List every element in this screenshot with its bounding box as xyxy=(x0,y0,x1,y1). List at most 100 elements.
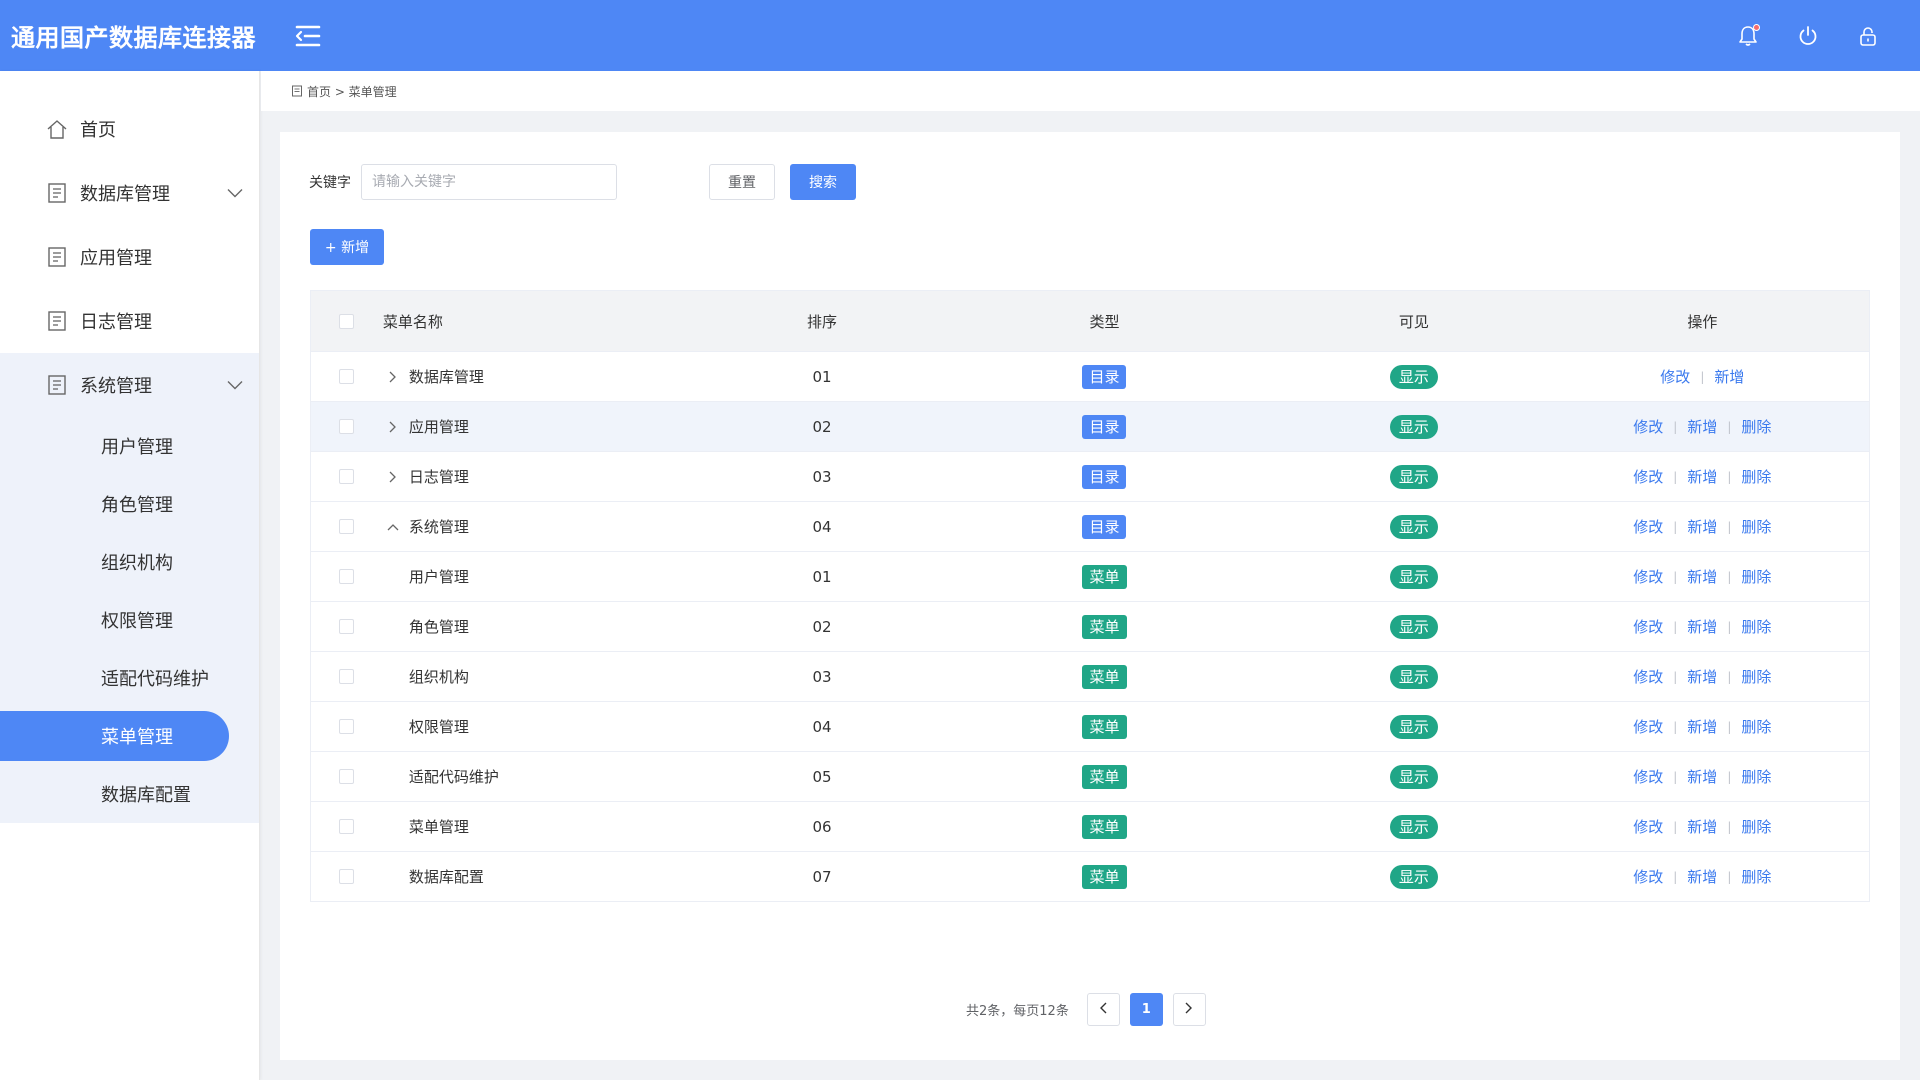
visible-badge: 显示 xyxy=(1389,714,1438,739)
row-checkbox[interactable] xyxy=(339,469,355,484)
search-button[interactable]: 搜索 xyxy=(790,164,856,200)
sidebar-item-label: 系统管理 xyxy=(80,376,152,397)
sort-value: 01 xyxy=(812,567,832,586)
next-page-button[interactable] xyxy=(1172,993,1206,1026)
row-checkbox[interactable] xyxy=(339,719,355,734)
lock-icon[interactable] xyxy=(1856,24,1880,48)
top-header: 通用国产数据库连接器 xyxy=(0,0,1920,71)
visible-badge: 显示 xyxy=(1389,414,1438,439)
delete-link[interactable]: 删除 xyxy=(1741,566,1771,587)
menu-name: 组织机构 xyxy=(408,668,469,686)
add-child-link[interactable]: 新增 xyxy=(1687,616,1717,637)
delete-link[interactable]: 删除 xyxy=(1741,766,1771,787)
row-checkbox[interactable] xyxy=(339,369,355,384)
row-checkbox[interactable] xyxy=(339,419,355,434)
sidebar-subitem-menu-management[interactable]: 菜单管理 xyxy=(0,711,229,761)
visible-badge: 显示 xyxy=(1389,864,1438,889)
chevron-right-icon[interactable] xyxy=(383,421,403,433)
header-type: 类型 xyxy=(1089,312,1120,331)
row-checkbox[interactable] xyxy=(339,869,355,884)
sidebar-item-label: 应用管理 xyxy=(80,248,152,269)
add-child-link[interactable]: 新增 xyxy=(1687,666,1717,687)
edit-link[interactable]: 修改 xyxy=(1633,466,1663,487)
sidebar-item-system[interactable]: 系统管理 xyxy=(0,353,259,417)
edit-link[interactable]: 修改 xyxy=(1633,616,1663,637)
sidebar-subitem-adapter-code[interactable]: 适配代码维护 xyxy=(0,649,259,707)
delete-link[interactable]: 删除 xyxy=(1741,466,1771,487)
edit-link[interactable]: 修改 xyxy=(1633,516,1663,537)
edit-link[interactable]: 修改 xyxy=(1633,666,1663,687)
breadcrumb: 首页 > 菜单管理 xyxy=(261,71,1920,111)
sidebar-item-database[interactable]: 数据库管理 xyxy=(0,161,259,225)
reset-button[interactable]: 重置 xyxy=(709,164,775,200)
menu-collapse-icon[interactable] xyxy=(288,16,328,56)
sidebar-subitem-db-config[interactable]: 数据库配置 xyxy=(0,765,259,823)
delete-link[interactable]: 删除 xyxy=(1741,666,1771,687)
breadcrumb-text[interactable]: 首页 > 菜单管理 xyxy=(307,83,397,100)
document-icon xyxy=(46,374,68,396)
divider: | xyxy=(1727,519,1732,534)
add-child-link[interactable]: 新增 xyxy=(1687,716,1717,737)
delete-link[interactable]: 删除 xyxy=(1741,866,1771,887)
divider: | xyxy=(1673,669,1678,684)
delete-link[interactable]: 删除 xyxy=(1741,816,1771,837)
sidebar-item-apps[interactable]: 应用管理 xyxy=(0,225,259,289)
row-checkbox[interactable] xyxy=(339,519,355,534)
type-tag: 目录 xyxy=(1082,514,1127,539)
edit-link[interactable]: 修改 xyxy=(1633,766,1663,787)
divider: | xyxy=(1673,419,1678,434)
delete-link[interactable]: 删除 xyxy=(1741,416,1771,437)
edit-link[interactable]: 修改 xyxy=(1633,566,1663,587)
add-child-link[interactable]: 新增 xyxy=(1687,866,1717,887)
row-checkbox[interactable] xyxy=(339,819,355,834)
divider: | xyxy=(1727,669,1732,684)
add-child-link[interactable]: 新增 xyxy=(1687,416,1717,437)
sort-value: 07 xyxy=(812,867,832,886)
chevron-right-icon[interactable] xyxy=(383,471,403,483)
sidebar-subitem-permissions[interactable]: 权限管理 xyxy=(0,591,259,649)
add-child-link[interactable]: 新增 xyxy=(1687,816,1717,837)
row-checkbox[interactable] xyxy=(339,619,355,634)
type-tag: 菜单 xyxy=(1082,614,1127,639)
add-child-link[interactable]: 新增 xyxy=(1687,766,1717,787)
delete-link[interactable]: 删除 xyxy=(1741,716,1771,737)
sidebar-item-home[interactable]: 首页 xyxy=(0,97,259,161)
edit-link[interactable]: 修改 xyxy=(1633,866,1663,887)
divider: | xyxy=(1673,869,1678,884)
divider: | xyxy=(1673,469,1678,484)
add-child-link[interactable]: 新增 xyxy=(1687,566,1717,587)
sidebar: 首页 数据库管理 应用管理 日志管理 系统管理 用户管理 角色管理 组织机构 权… xyxy=(0,71,260,1080)
sidebar-subitem-roles[interactable]: 角色管理 xyxy=(0,475,259,533)
edit-link[interactable]: 修改 xyxy=(1633,816,1663,837)
row-checkbox[interactable] xyxy=(339,669,355,684)
menu-name: 系统管理 xyxy=(408,518,469,536)
power-icon[interactable] xyxy=(1796,24,1820,48)
add-button[interactable]: + 新增 xyxy=(310,229,384,265)
add-child-link[interactable]: 新增 xyxy=(1687,466,1717,487)
delete-link[interactable]: 删除 xyxy=(1741,516,1771,537)
delete-link[interactable]: 删除 xyxy=(1741,616,1771,637)
add-child-link[interactable]: 新增 xyxy=(1687,516,1717,537)
sidebar-subitem-org[interactable]: 组织机构 xyxy=(0,533,259,591)
chevron-right-icon xyxy=(1185,1002,1193,1018)
sort-value: 04 xyxy=(812,717,832,736)
sort-value: 02 xyxy=(812,617,832,636)
edit-link[interactable]: 修改 xyxy=(1660,366,1690,387)
notification-dot xyxy=(1753,23,1760,31)
row-checkbox[interactable] xyxy=(339,769,355,784)
bell-icon[interactable] xyxy=(1736,23,1760,48)
page-number[interactable]: 1 xyxy=(1129,993,1163,1026)
sidebar-item-logs[interactable]: 日志管理 xyxy=(0,289,259,353)
edit-link[interactable]: 修改 xyxy=(1633,716,1663,737)
prev-page-button[interactable] xyxy=(1086,993,1120,1026)
row-checkbox[interactable] xyxy=(339,569,355,584)
chevron-up-icon[interactable] xyxy=(383,523,403,531)
visible-badge: 显示 xyxy=(1389,514,1438,539)
sidebar-subitem-users[interactable]: 用户管理 xyxy=(0,417,259,475)
keyword-input[interactable] xyxy=(361,164,617,200)
menu-name: 应用管理 xyxy=(408,418,469,436)
chevron-right-icon[interactable] xyxy=(383,371,403,383)
select-all-checkbox[interactable] xyxy=(339,313,355,329)
add-child-link[interactable]: 新增 xyxy=(1714,366,1744,387)
edit-link[interactable]: 修改 xyxy=(1633,416,1663,437)
